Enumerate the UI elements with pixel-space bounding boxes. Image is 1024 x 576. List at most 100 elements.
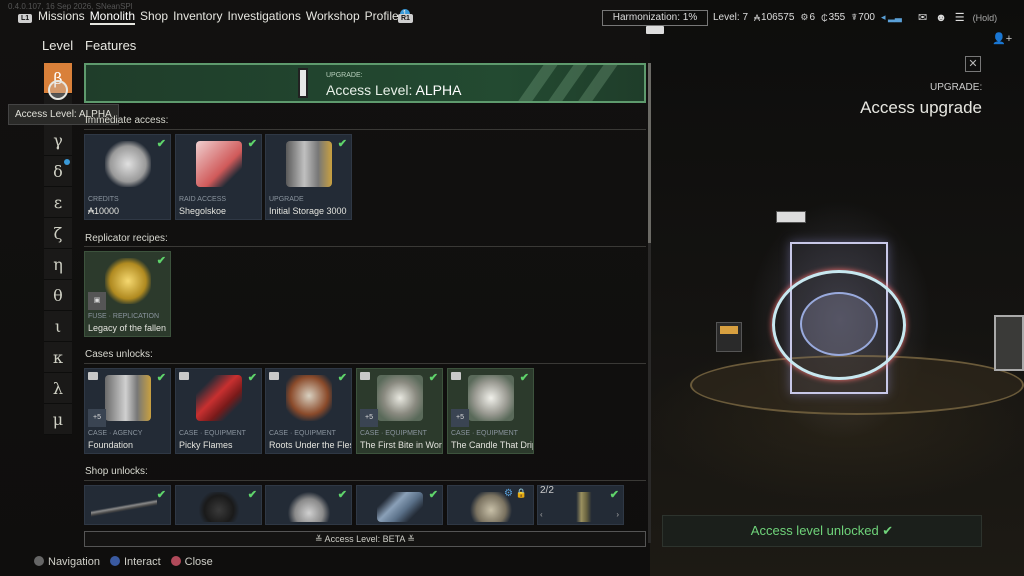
helmet-icon (286, 492, 332, 522)
add-user-icon[interactable]: 👤+ (992, 32, 1012, 45)
case-card-first-bite[interactable]: +5 ✔ CASE · EQUIPMENT The First Bite in … (356, 368, 443, 454)
card-name: Shegolskoe (179, 206, 227, 216)
banner-title: Access Level: ALPHA (326, 82, 461, 98)
scrollbar-thumb[interactable] (648, 63, 651, 243)
main-nav: Missions Monolith Shop Inventory Investi… (38, 9, 410, 25)
banner-title-level: ALPHA (415, 82, 462, 98)
recipe-card-legacy[interactable]: ▣ ✔ FUSE · REPLICATION Legacy of the fal… (84, 251, 171, 337)
unlocked-check-icon: ✔ (156, 489, 166, 501)
close-button[interactable]: ✕ (965, 56, 981, 72)
hint-navigation: Navigation (34, 556, 100, 568)
level-tab-theta[interactable]: θ (44, 280, 72, 311)
case-card-foundation[interactable]: +5 ✔ CASE · AGENCY Foundation (84, 368, 171, 454)
hint-close-label: Close (184, 556, 213, 568)
level-tab-gamma[interactable]: γ (44, 125, 72, 156)
shop-card-plate[interactable]: ✔ (356, 485, 443, 525)
hint-close: Close (170, 556, 213, 568)
card-name: Legacy of the fallen (88, 323, 167, 333)
reward-card-raid-access[interactable]: ✔ RAID ACCESS Shegolskoe (175, 134, 262, 220)
unlocked-check-icon: ✔ (428, 489, 438, 501)
case-card-candle-drips[interactable]: +5 ✔ CASE · EQUIPMENT The Candle That Dr… (447, 368, 534, 454)
nav-workshop[interactable]: Workshop (306, 9, 360, 25)
harmonization-meter: Harmonization: 1% (602, 10, 708, 26)
dpad-icon (34, 556, 44, 566)
shop-card-helmet[interactable]: ✔ (265, 485, 352, 525)
shop-card-headset[interactable]: ✔ (175, 485, 262, 525)
case-box-icon (88, 372, 98, 380)
features-column-title: Features (85, 38, 137, 53)
credits-icon: ₳ (754, 12, 761, 23)
mail-icon[interactable]: ✉ (918, 11, 927, 24)
nav-shop[interactable]: Shop (140, 9, 168, 25)
currency-stats: Level: 7 ₳ 106575 ⚙ 6 ₵ 355 ☤ 700 ◂ ▂▃ (713, 12, 902, 23)
case-count-badge: +5 (88, 409, 106, 427)
card-category: CASE · EQUIPMENT (360, 430, 427, 437)
flame-canister-icon (196, 375, 242, 421)
next-level-button[interactable]: ≚ Access Level: BETA ≚ (84, 531, 646, 547)
upgrade-title: Access upgrade (860, 98, 982, 117)
friends-icon[interactable]: ☻ (935, 12, 947, 24)
reward-card-credits[interactable]: ✔ CREDITS ₳10000 (84, 134, 171, 220)
shop-card-shotgun[interactable]: ✔ (84, 485, 171, 525)
terminal-screen (720, 326, 738, 334)
case-box-icon (360, 372, 370, 380)
level-tab-kappa[interactable]: κ (44, 342, 72, 373)
section-divider (84, 480, 646, 481)
case-count-badge: +5 (360, 409, 378, 427)
level-tab-mu[interactable]: μ (44, 404, 72, 435)
level-tab-epsilon[interactable]: ε (44, 187, 72, 218)
unlocked-check-icon: ✔ (247, 372, 257, 384)
nav-inventory[interactable]: Inventory (173, 9, 222, 25)
upgrade-eyebrow: UPGRADE: (930, 82, 983, 93)
section-divider (84, 363, 646, 364)
gear-currency-icon: ⚙ (800, 12, 809, 22)
lock-icon: 🔒 (515, 488, 527, 498)
level-tab-lambda[interactable]: λ (44, 373, 72, 404)
level-tab-iota[interactable]: ι (44, 311, 72, 342)
nav-investigations[interactable]: Investigations (227, 9, 300, 25)
access-device-icon (298, 68, 308, 98)
cycle-currency-icon: ₵ (821, 12, 828, 23)
section-replicator-recipes: Replicator recipes: (85, 233, 168, 244)
nav-missions[interactable]: Missions (38, 9, 85, 25)
coins-stack-icon (105, 141, 151, 187)
menu-icon[interactable]: ☰ (955, 11, 965, 24)
mask-trophy-icon (286, 375, 332, 421)
sketch-candle-icon (468, 375, 514, 421)
shop-card-vest[interactable]: ⚙ 🔒 (447, 485, 534, 525)
unlocked-check-icon: ✔ (156, 255, 166, 267)
card-category: CASE · AGENCY (88, 430, 143, 437)
level-tab-zeta[interactable]: ζ (44, 218, 72, 249)
unlocked-check-icon: ✔ (247, 489, 257, 501)
unlocked-check-icon: ✔ (609, 489, 619, 501)
section-immediate-access: Immediate access: (85, 115, 169, 126)
nav-monolith[interactable]: Monolith (89, 9, 136, 25)
section-divider (84, 246, 646, 247)
medal-currency-icon: ☤ (851, 12, 858, 22)
card-name: ₳10000 (88, 206, 120, 216)
level-tab-eta[interactable]: η (44, 249, 72, 280)
settings-gear-icon: ⚙ (504, 488, 513, 499)
unlocked-check-icon: ✔ (156, 138, 166, 150)
cursor-indicator (48, 80, 68, 100)
prev-page-icon[interactable]: ‹ (540, 510, 543, 519)
card-category: FUSE · REPLICATION (88, 313, 160, 320)
unlocked-check-icon: ✔ (156, 372, 166, 384)
features-scrollbar[interactable] (648, 63, 651, 543)
unlocked-check-icon: ✔ (337, 372, 347, 384)
signal-icon: ◂ ▂▃ (880, 12, 902, 22)
storage-locker-icon (286, 141, 332, 187)
l1-button-hint: L1 (18, 14, 33, 23)
top-bar: L1 Missions Monolith Shop Inventory Inve… (0, 6, 1024, 28)
level-column-title: Level (42, 38, 74, 53)
case-card-roots-under-flesh[interactable]: ✔ CASE · EQUIPMENT Roots Under the Flesh (265, 368, 352, 454)
controller-hints: Navigation Interact Close (34, 556, 213, 568)
reward-card-storage-upgrade[interactable]: ✔ UPGRADE Initial Storage 3000 (265, 134, 352, 220)
side-monitor (994, 315, 1024, 371)
locker-case-icon (105, 375, 151, 421)
case-card-picky-flames[interactable]: ✔ CASE · EQUIPMENT Picky Flames (175, 368, 262, 454)
case-count-badge: +5 (451, 409, 469, 427)
card-name: Initial Storage 3000 (269, 206, 347, 216)
next-page-icon[interactable]: › (616, 510, 619, 519)
hint-interact: Interact (109, 556, 161, 568)
